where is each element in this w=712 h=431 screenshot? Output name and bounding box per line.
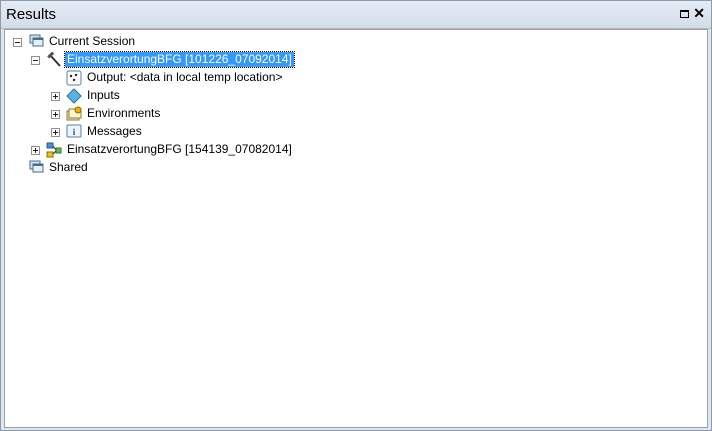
close-icon[interactable]: ✕ — [693, 6, 705, 20]
tree-item-inputs[interactable]: Inputs — [5, 87, 205, 105]
expand-toggle[interactable] — [51, 110, 60, 119]
tree-label: Inputs — [87, 88, 120, 102]
tree-label: Environments — [87, 106, 161, 120]
output-icon — [66, 70, 82, 86]
results-tree: Current Session EinsatzverortungBFG [101… — [4, 29, 708, 428]
tree-item-output[interactable]: Output: <data in local temp location> — [5, 69, 325, 87]
messages-icon: i — [66, 124, 82, 138]
tree-label: Shared — [49, 160, 88, 174]
tree-label: Messages — [87, 124, 142, 138]
shared-icon — [29, 160, 44, 173]
tree-item-tool-run-2[interactable]: EinsatzverortungBFG [154139_07082014] — [5, 141, 325, 159]
window-title: Results — [6, 6, 57, 23]
session-icon — [29, 34, 44, 47]
title-bar: Results ✕ — [1, 1, 711, 29]
hammer-icon — [47, 52, 61, 67]
environments-icon — [66, 106, 82, 121]
tree-label: EinsatzverortungBFG [154139_07082014] — [67, 142, 292, 156]
maximize-icon[interactable] — [680, 10, 689, 18]
collapse-toggle[interactable] — [13, 38, 22, 47]
expand-toggle[interactable] — [51, 92, 60, 101]
tree-label: Output: <data in local temp location> — [87, 70, 283, 84]
expand-toggle[interactable] — [51, 128, 60, 137]
tree-item-messages[interactable]: i Messages — [5, 123, 205, 141]
tree-label: EinsatzverortungBFG [101226_07092014] — [64, 51, 295, 68]
collapse-toggle[interactable] — [31, 56, 40, 65]
tree-item-shared[interactable]: Shared — [5, 159, 205, 177]
tree-item-tool-run-1[interactable]: EinsatzverortungBFG [101226_07092014] — [5, 51, 325, 69]
tree-item-environments[interactable]: Environments — [5, 105, 205, 123]
tree-item-current-session[interactable]: Current Session — [5, 33, 305, 51]
results-window: Results ✕ Current Session Einsatzverortu… — [0, 0, 712, 431]
tree-label: Current Session — [49, 34, 136, 48]
model-icon — [46, 142, 62, 158]
inputs-icon — [66, 88, 82, 104]
expand-toggle[interactable] — [31, 146, 40, 155]
